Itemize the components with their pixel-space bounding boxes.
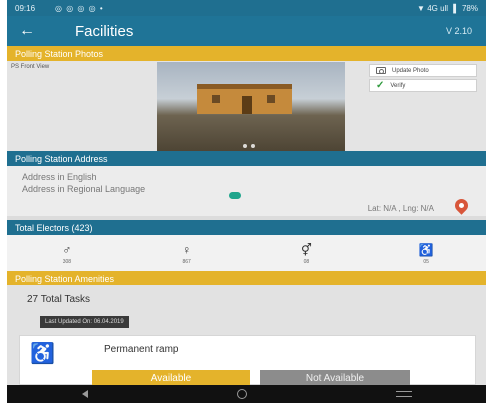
phone-screen: 09:16 ◎ ◎ ◎ ◎ • ▼ 4G ull ▐ 78% ← Facilit… [7, 0, 486, 403]
signal-icon: ▼ 4G ull ▐ [417, 3, 456, 13]
elector-caption: 08 [303, 258, 310, 265]
elector-caption: 05 [423, 258, 429, 265]
address-regional: Address in Regional Language [22, 184, 146, 194]
elector-caption: 867 [182, 258, 191, 265]
available-button[interactable]: Available [92, 370, 250, 386]
electors-count: (423) [71, 222, 93, 233]
status-bar: 09:16 ◎ ◎ ◎ ◎ • ▼ 4G ull ▐ 78% [7, 0, 486, 16]
system-nav-bar [7, 385, 486, 403]
elector-item-male: ♂ 308 [7, 235, 127, 273]
address-area: Address in English Address in Regional L… [7, 166, 486, 216]
back-button[interactable]: ← [7, 16, 47, 46]
app-bar: ← Facilities V 2.10 [7, 16, 486, 46]
polling-station-photo[interactable] [157, 62, 345, 154]
elector-item-pwd: ♿ 05 [366, 235, 486, 273]
arrow-left-icon: ← [19, 22, 35, 39]
window-graphic [267, 95, 275, 103]
third-gender-icon: ⚥ [300, 242, 312, 257]
amenity-card: ♿ Permanent ramp Available Not Available [19, 335, 476, 386]
wheelchair-icon: ♿ [418, 242, 434, 257]
last-updated-chip: Last Updated On: 06.04.2019 [40, 316, 129, 328]
amenities-area: 27 Total Tasks Last Updated On: 06.04.20… [7, 285, 486, 386]
photos-section-header: Polling Station Photos [7, 46, 486, 61]
electors-section-header: Total Electors (423) [7, 220, 486, 235]
carousel-dot[interactable] [251, 144, 255, 148]
loading-indicator [229, 192, 241, 199]
status-time: 09:16 [15, 3, 36, 13]
nav-recents-icon[interactable] [395, 391, 412, 397]
camera-icon [376, 67, 386, 74]
window-graphic [212, 95, 220, 103]
elector-item-female: ♀ 867 [127, 235, 247, 273]
male-icon: ♂ [62, 242, 72, 257]
female-icon: ♀ [182, 242, 192, 257]
electors-breakdown: ♂ 308 ♀ 867 ⚥ 08 ♿ 05 [7, 235, 486, 273]
nav-back-icon[interactable] [81, 390, 88, 398]
page-title: Facilities [75, 22, 134, 40]
electors-label: Total Electors [15, 222, 70, 233]
verify-label: Verify [390, 82, 406, 89]
total-tasks: 27 Total Tasks [27, 294, 91, 305]
verify-button[interactable]: ✓ Verify [369, 79, 477, 92]
battery-level: 78% [461, 3, 478, 13]
check-icon: ✓ [376, 80, 385, 91]
carousel-dots [243, 144, 255, 148]
elector-item-third-gender: ⚥ 08 [247, 235, 367, 273]
nav-home-icon[interactable] [236, 389, 247, 399]
location-pin-icon[interactable] [452, 196, 471, 215]
elector-caption: 308 [62, 258, 72, 265]
app-version: V 2.10 [445, 26, 472, 36]
amenity-title: Permanent ramp [104, 344, 179, 355]
wheelchair-ramp-icon: ♿ [30, 343, 55, 365]
update-photo-button[interactable]: Update Photo [369, 64, 477, 77]
status-right: ▼ 4G ull ▐ 78% [417, 4, 478, 13]
photo-label: PS Front View [11, 64, 50, 70]
lat-lng-text: Lat: N/A , Lng: N/A [367, 204, 434, 213]
not-available-button[interactable]: Not Available [260, 370, 410, 386]
photo-area: PS Front View Update Photo ✓ Verify [7, 61, 486, 155]
carousel-dot[interactable] [243, 144, 247, 148]
address-english: Address in English [22, 172, 97, 182]
notification-icons: ◎ ◎ ◎ ◎ • [55, 3, 104, 13]
amenities-section-header: Polling Station Amenities [7, 271, 486, 286]
door-graphic [242, 96, 252, 114]
update-photo-label: Update Photo [392, 67, 429, 74]
address-section-header: Polling Station Address [7, 151, 486, 166]
